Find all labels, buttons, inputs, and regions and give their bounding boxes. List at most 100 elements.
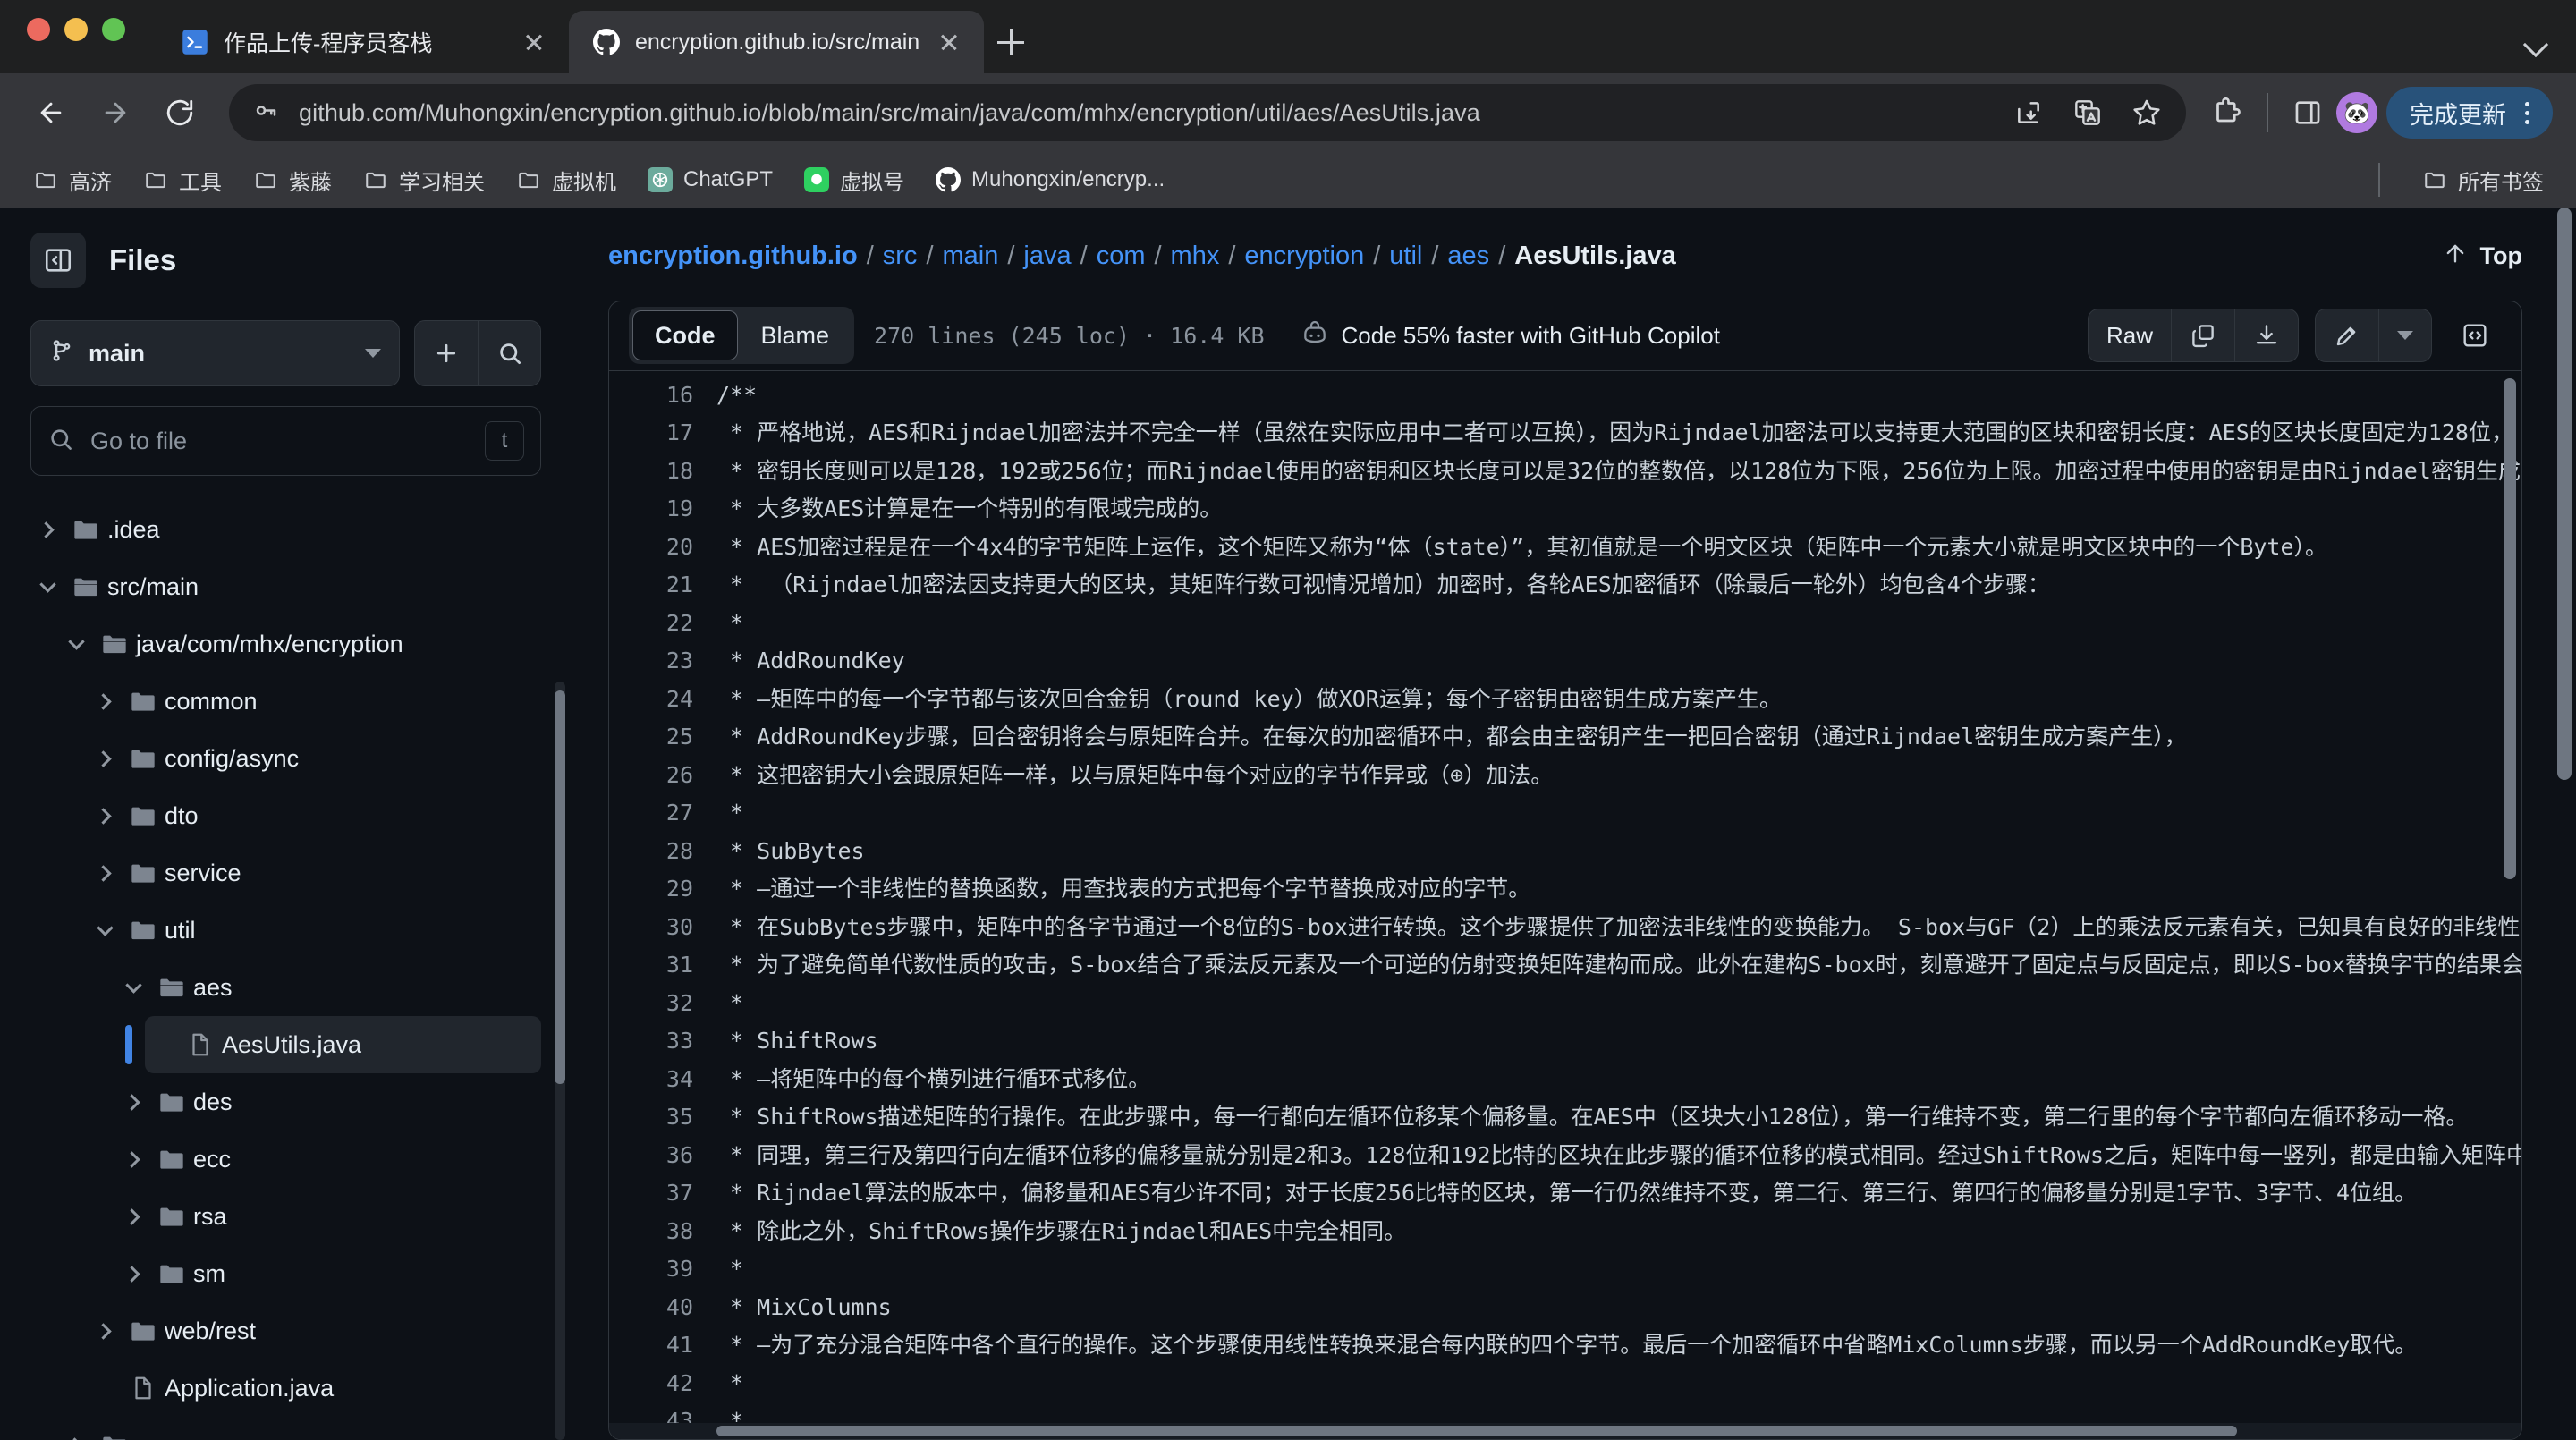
line-number[interactable]: 19 <box>609 490 716 529</box>
line-number[interactable]: 34 <box>609 1061 716 1099</box>
line-number[interactable]: 36 <box>609 1137 716 1175</box>
bookmark-star-icon[interactable] <box>2127 93 2166 132</box>
new-tab-button[interactable] <box>984 11 1038 73</box>
bookmark-item-1[interactable]: 工具 <box>130 159 234 201</box>
browser-menu-icon[interactable] <box>2513 93 2540 132</box>
tree-item-common[interactable]: common <box>88 673 541 730</box>
line-number[interactable]: 25 <box>609 718 716 757</box>
tree-item-rsa[interactable]: rsa <box>116 1188 541 1245</box>
close-icon[interactable] <box>519 27 549 57</box>
line-number[interactable]: 22 <box>609 605 716 643</box>
breadcrumb-item-mhx[interactable]: mhx <box>1171 241 1220 271</box>
address-bar[interactable]: github.com/Muhongxin/encryption.github.i… <box>229 84 2186 141</box>
line-number[interactable]: 40 <box>609 1289 716 1327</box>
top-button[interactable]: Top <box>2443 241 2546 272</box>
tree-item-aes[interactable]: aes <box>116 959 541 1016</box>
line-number[interactable]: 18 <box>609 453 716 491</box>
breadcrumb-item-main[interactable]: main <box>943 241 999 271</box>
breadcrumb-item-com[interactable]: com <box>1097 241 1146 271</box>
chevron-right-icon[interactable] <box>116 1093 150 1111</box>
tree-item--idea[interactable]: .idea <box>30 501 541 558</box>
tree-item-java-com-mhx-encryption[interactable]: java/com/mhx/encryption <box>59 615 541 673</box>
line-number[interactable]: 24 <box>609 681 716 719</box>
chevron-right-icon[interactable] <box>30 521 64 538</box>
pencil-icon[interactable] <box>2316 309 2378 361</box>
bookmark-item-0[interactable]: 高济 <box>20 159 124 201</box>
avatar[interactable]: 🐼 <box>2336 92 2377 133</box>
raw-button[interactable]: Raw <box>2089 309 2171 361</box>
line-number[interactable]: 16 <box>609 377 716 415</box>
tab-code[interactable]: Code <box>632 310 738 361</box>
line-number[interactable]: 32 <box>609 985 716 1023</box>
line-number[interactable]: 42 <box>609 1365 716 1403</box>
chevron-right-icon[interactable] <box>116 1265 150 1283</box>
line-number[interactable]: 35 <box>609 1098 716 1137</box>
tab-search-button[interactable] <box>2521 27 2551 57</box>
forward-button[interactable] <box>88 85 143 140</box>
tree-item-des[interactable]: des <box>116 1073 541 1131</box>
breadcrumb-item-encryption[interactable]: encryption <box>1244 241 1364 271</box>
line-number[interactable]: 41 <box>609 1326 716 1365</box>
chevron-down-icon[interactable] <box>116 977 150 994</box>
back-button[interactable] <box>23 85 79 140</box>
tree-item-application-java[interactable]: Application.java <box>88 1360 541 1417</box>
maximize-window-button[interactable] <box>102 18 125 41</box>
breadcrumb-item-util[interactable]: util <box>1389 241 1422 271</box>
line-number[interactable]: 27 <box>609 794 716 833</box>
chevron-right-icon[interactable] <box>88 750 122 767</box>
tree-item-config-async[interactable]: config/async <box>88 730 541 787</box>
line-number[interactable]: 39 <box>609 1250 716 1289</box>
sidebar-collapse-icon[interactable] <box>30 233 86 288</box>
site-settings-icon[interactable] <box>249 96 283 130</box>
update-button[interactable]: 完成更新 <box>2386 87 2553 139</box>
code-scrollbar-thumb[interactable] <box>2504 377 2516 879</box>
tree-item-sm[interactable]: sm <box>116 1245 541 1302</box>
breadcrumb-item-encryption-github-io[interactable]: encryption.github.io <box>608 241 858 271</box>
browser-tab-2[interactable]: encryption.github.io/src/main <box>569 11 985 73</box>
code-hscrollbar-thumb[interactable] <box>716 1426 2237 1436</box>
line-number[interactable]: 29 <box>609 870 716 909</box>
code-hscrollbar-track[interactable] <box>609 1423 2521 1439</box>
close-icon[interactable] <box>934 27 964 57</box>
tree-item-dto[interactable]: dto <box>88 787 541 844</box>
chevron-right-icon[interactable] <box>88 1322 122 1340</box>
chevron-right-icon[interactable] <box>88 807 122 825</box>
tree-item-web-rest[interactable]: web/rest <box>88 1302 541 1360</box>
go-to-file-input[interactable]: Go to file t <box>30 406 541 476</box>
breadcrumb-item-aes[interactable]: aes <box>1447 241 1489 271</box>
page-scrollbar-thumb[interactable] <box>2557 208 2572 780</box>
extensions-icon[interactable] <box>2207 93 2247 132</box>
line-number[interactable]: 31 <box>609 946 716 985</box>
line-number[interactable]: 17 <box>609 414 716 453</box>
browser-tab-1[interactable]: 作品上传-程序员客栈 <box>157 11 569 73</box>
all-bookmarks-button[interactable]: 所有书签 <box>2409 159 2556 201</box>
bookmark-item-4[interactable]: 虚拟机 <box>503 159 629 201</box>
line-number[interactable]: 30 <box>609 909 716 947</box>
line-number[interactable]: 37 <box>609 1174 716 1213</box>
line-number[interactable]: 26 <box>609 757 716 795</box>
tree-item-util[interactable]: util <box>88 902 541 959</box>
minimize-window-button[interactable] <box>64 18 88 41</box>
tree-item-aesutils-java[interactable]: AesUtils.java <box>125 1016 541 1073</box>
chevron-right-icon[interactable] <box>88 692 122 710</box>
chevron-right-icon[interactable] <box>88 864 122 882</box>
translate-icon[interactable] <box>2068 93 2107 132</box>
branch-selector[interactable]: main <box>30 320 400 386</box>
close-window-button[interactable] <box>27 18 50 41</box>
chevron-down-icon[interactable] <box>59 633 93 650</box>
install-app-icon[interactable] <box>2009 93 2048 132</box>
copilot-banner[interactable]: Code 55% faster with GitHub Copilot <box>1301 318 1720 353</box>
bookmark-item-7[interactable]: Muhongxin/encryp... <box>922 161 1177 199</box>
bookmark-item-3[interactable]: 学习相关 <box>350 159 497 201</box>
line-number[interactable]: 23 <box>609 642 716 681</box>
tree-item-service[interactable]: service <box>88 844 541 902</box>
chevron-down-icon[interactable] <box>30 576 64 593</box>
tree-item-ecc[interactable]: ecc <box>116 1131 541 1188</box>
chevron-right-icon[interactable] <box>116 1150 150 1168</box>
bookmark-item-2[interactable]: 紫藤 <box>240 159 344 201</box>
code-brackets-icon[interactable] <box>2448 309 2502 362</box>
chevron-down-icon[interactable] <box>2378 309 2431 362</box>
copy-icon[interactable] <box>2171 309 2234 362</box>
line-number[interactable]: 21 <box>609 566 716 605</box>
line-number[interactable]: 38 <box>609 1213 716 1251</box>
